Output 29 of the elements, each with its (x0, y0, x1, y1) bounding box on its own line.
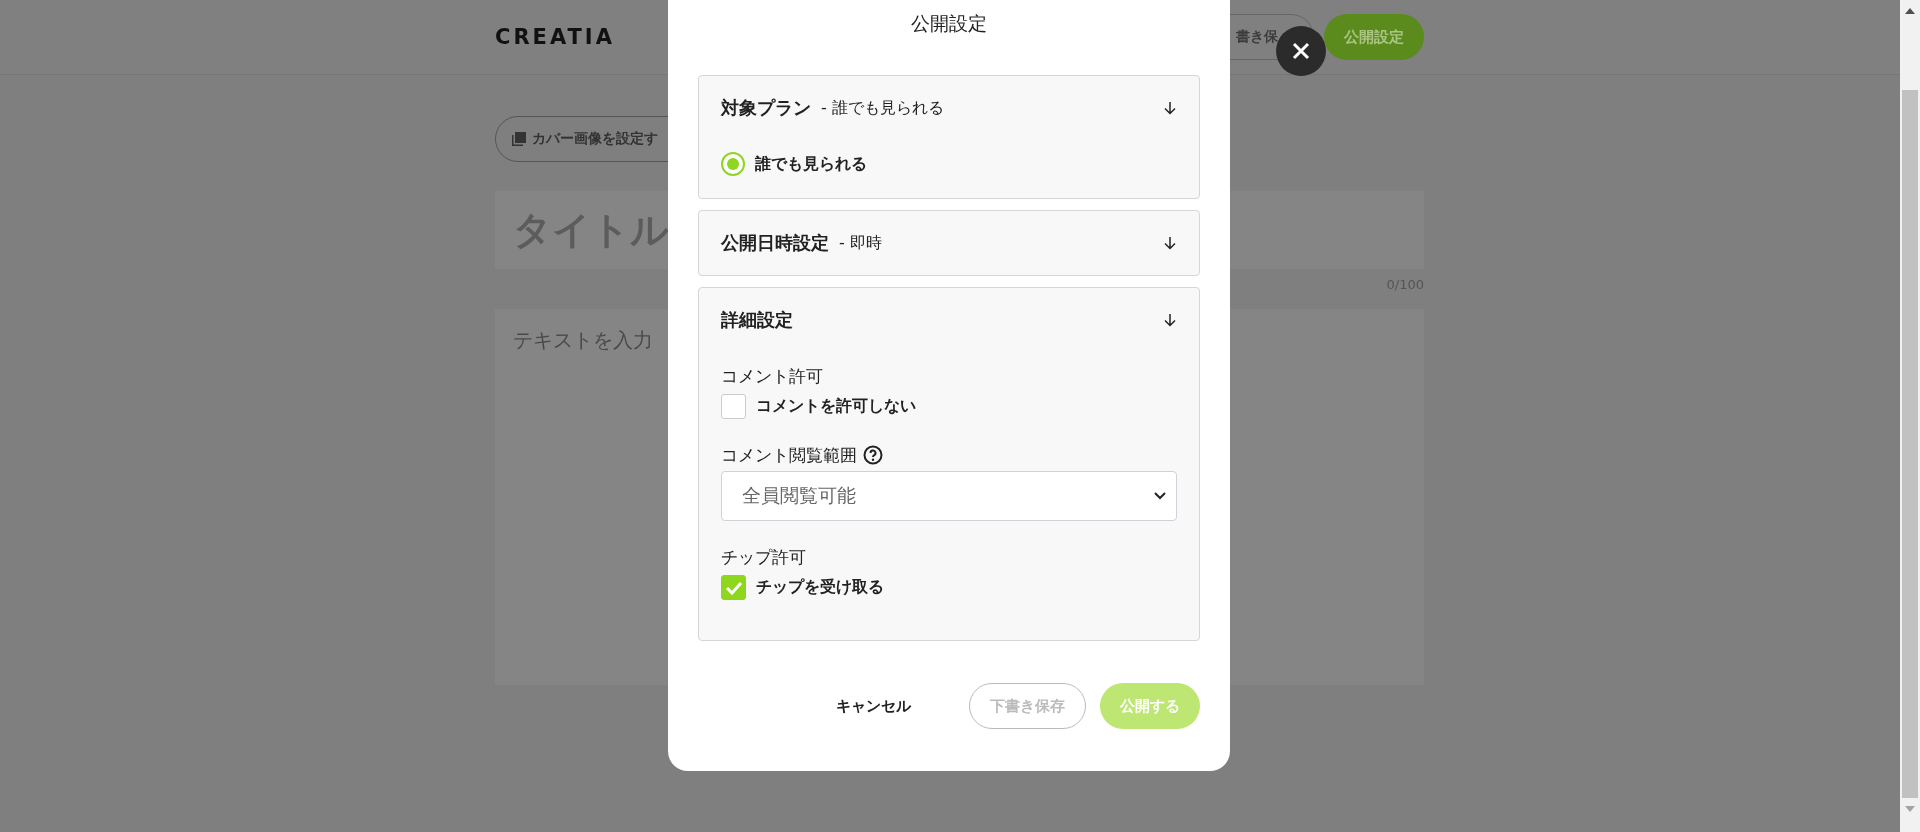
field-label: コメント閲覧範囲 (721, 444, 857, 467)
images-icon (512, 132, 526, 146)
check-icon (724, 580, 743, 595)
option-label: 誰でも見られる (755, 153, 867, 175)
section-title[interactable]: 対象プラン (721, 96, 811, 120)
section-title[interactable]: 詳細設定 (721, 308, 793, 332)
scrollbar-thumb[interactable] (1902, 90, 1918, 798)
dropdown-field[interactable]: 全員閲覧可能 (721, 471, 1177, 521)
arrow-down-icon[interactable] (1163, 313, 1177, 327)
cancel-button[interactable]: キャンセル (816, 683, 931, 729)
option-label: チップを受け取る (756, 577, 884, 598)
close-icon[interactable] (1291, 41, 1311, 61)
checkbox[interactable] (721, 575, 746, 600)
radio-button[interactable] (721, 152, 745, 176)
field-label: コメント許可 (721, 365, 823, 388)
help-icon[interactable] (863, 445, 883, 465)
option-label: コメントを許可しない (756, 396, 916, 417)
section-summary: - 即時 (839, 232, 882, 254)
modal-title: 公開設定 (910, 11, 988, 36)
checkbox[interactable] (721, 394, 746, 419)
scroll-up-icon[interactable] (1905, 8, 1915, 14)
section-title[interactable]: 公開日時設定 (721, 231, 829, 255)
arrow-down-icon[interactable] (1163, 101, 1177, 115)
logo[interactable]: CREATIA (495, 25, 615, 49)
arrow-down-icon[interactable] (1163, 236, 1177, 250)
field-label: チップ許可 (721, 546, 806, 569)
section-summary: - 誰でも見られる (821, 97, 944, 119)
scrollbar[interactable] (1900, 0, 1920, 832)
chevron-down-icon (1154, 492, 1166, 500)
